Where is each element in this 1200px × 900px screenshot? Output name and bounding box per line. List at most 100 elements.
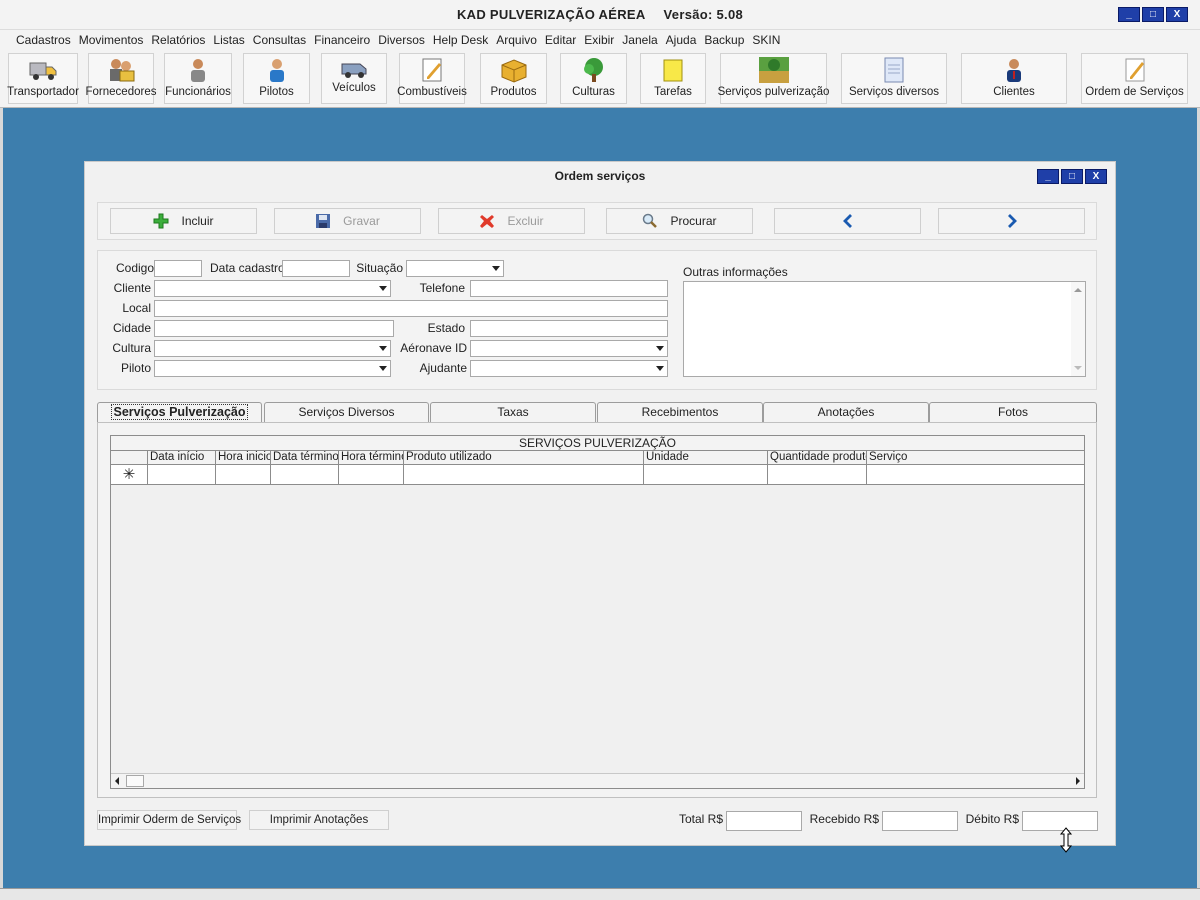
app-minimize-button[interactable]: _ bbox=[1118, 7, 1140, 22]
grid-cell[interactable] bbox=[643, 465, 767, 484]
outras-informacoes-textarea[interactable] bbox=[683, 281, 1086, 377]
toolbar-ordem-servicos-button[interactable]: Ordem de Serviços bbox=[1081, 53, 1188, 104]
scroll-left-icon[interactable] bbox=[115, 777, 119, 785]
tab-servicos-diversos[interactable]: Serviços Diversos bbox=[264, 402, 429, 422]
cidade-field[interactable] bbox=[154, 320, 394, 337]
menu-help-desk[interactable]: Help Desk bbox=[429, 33, 492, 47]
telefone-field[interactable] bbox=[470, 280, 668, 297]
situacao-select[interactable] bbox=[406, 260, 504, 277]
grid-horizontal-scrollbar[interactable] bbox=[111, 773, 1084, 788]
grid-cell[interactable] bbox=[338, 465, 403, 484]
column-header[interactable]: Hora término bbox=[338, 451, 403, 464]
imprimir-anotacoes-button[interactable]: Imprimir Anotações bbox=[249, 810, 389, 830]
column-header[interactable]: Hora inicio bbox=[215, 451, 270, 464]
column-header[interactable]: Unidade bbox=[643, 451, 767, 464]
order-maximize-button[interactable]: □ bbox=[1061, 169, 1083, 184]
suppliers-icon bbox=[106, 56, 136, 84]
tab-recebimentos[interactable]: Recebimentos bbox=[597, 402, 763, 422]
menu-editar[interactable]: Editar bbox=[541, 33, 580, 47]
order-window-title: Ordem serviços bbox=[554, 169, 646, 183]
ajudante-select[interactable] bbox=[470, 360, 668, 377]
action-bar: Incluir Gravar Excluir Procurar bbox=[97, 202, 1097, 240]
menu-diversos[interactable]: Diversos bbox=[374, 33, 429, 47]
mdi-frame-left bbox=[0, 108, 3, 888]
app-close-button[interactable]: X bbox=[1166, 7, 1188, 22]
grid-cell[interactable] bbox=[270, 465, 338, 484]
tab-anotacoes[interactable]: Anotações bbox=[763, 402, 929, 422]
order-close-button[interactable]: X bbox=[1085, 169, 1107, 184]
toolbar-veiculos-button[interactable]: Veículos bbox=[321, 53, 387, 104]
toolbar-funcionarios-button[interactable]: Funcionários bbox=[164, 53, 232, 104]
cultura-select[interactable] bbox=[154, 340, 391, 357]
servicos-grid[interactable]: SERVIÇOS PULVERIZAÇÃO Data início Hora i… bbox=[110, 435, 1085, 789]
toolbar-tarefas-button[interactable]: Tarefas bbox=[640, 53, 706, 104]
total-field[interactable] bbox=[726, 811, 802, 831]
order-minimize-button[interactable]: _ bbox=[1037, 169, 1059, 184]
toolbar-produtos-button[interactable]: Produtos bbox=[480, 53, 547, 104]
cliente-select[interactable] bbox=[154, 280, 391, 297]
column-header[interactable]: Serviço bbox=[866, 451, 1084, 464]
menu-consultas[interactable]: Consultas bbox=[249, 33, 310, 47]
aeronave-select[interactable] bbox=[470, 340, 668, 357]
estado-field[interactable] bbox=[470, 320, 668, 337]
field-icon bbox=[758, 56, 789, 84]
imprimir-ordem-button[interactable]: Imprimir Oderm de Serviços bbox=[97, 810, 241, 830]
column-header[interactable]: Quantidade produto bbox=[767, 451, 866, 464]
menu-movimentos[interactable]: Movimentos bbox=[75, 33, 148, 47]
incluir-button[interactable]: Incluir bbox=[110, 208, 257, 234]
toolbar-pilotos-button[interactable]: Pilotos bbox=[243, 53, 310, 104]
menu-arquivo[interactable]: Arquivo bbox=[492, 33, 541, 47]
menu-relatorios[interactable]: Relatórios bbox=[147, 33, 209, 47]
grid-cell[interactable] bbox=[403, 465, 643, 484]
local-field[interactable] bbox=[154, 300, 668, 317]
previous-record-button[interactable] bbox=[774, 208, 921, 234]
piloto-select[interactable] bbox=[154, 360, 391, 377]
toolbar-fornecedores-button[interactable]: Fornecedores bbox=[86, 53, 156, 104]
scroll-down-icon[interactable] bbox=[1074, 366, 1082, 370]
scroll-right-icon[interactable] bbox=[1076, 777, 1080, 785]
column-header[interactable]: Data término bbox=[270, 451, 338, 464]
column-header[interactable]: Data início bbox=[147, 451, 215, 464]
grid-cell[interactable] bbox=[215, 465, 270, 484]
menu-skin[interactable]: SKIN bbox=[748, 33, 784, 47]
order-form: Codigo Data cadastro Situação Cliente Te… bbox=[97, 250, 1097, 390]
data-cadastro-field[interactable] bbox=[282, 260, 350, 277]
procurar-button[interactable]: Procurar bbox=[606, 208, 753, 234]
scroll-up-icon[interactable] bbox=[1074, 288, 1082, 292]
menu-financeiro[interactable]: Financeiro bbox=[310, 33, 374, 47]
estado-label: Estado bbox=[427, 321, 465, 335]
toolbar-servicos-diversos-button[interactable]: Serviços diversos bbox=[841, 53, 947, 104]
menu-ajuda[interactable]: Ajuda bbox=[662, 33, 701, 47]
menu-backup[interactable]: Backup bbox=[700, 33, 748, 47]
tab-taxas[interactable]: Taxas bbox=[430, 402, 596, 422]
toolbar-transportador-button[interactable]: Transportador bbox=[7, 53, 79, 104]
toolbar-combustiveis-button[interactable]: Combustíveis bbox=[397, 53, 467, 104]
menu-janela[interactable]: Janela bbox=[618, 33, 661, 47]
gravar-button[interactable]: Gravar bbox=[274, 208, 421, 234]
chevron-down-icon bbox=[375, 361, 390, 376]
piloto-label: Piloto bbox=[120, 361, 151, 375]
tab-fotos[interactable]: Fotos bbox=[929, 402, 1097, 422]
column-header[interactable]: Produto utilizado bbox=[403, 451, 643, 464]
app-maximize-button[interactable]: □ bbox=[1142, 7, 1164, 22]
menu-cadastros[interactable]: Cadastros bbox=[12, 33, 75, 47]
chevron-down-icon bbox=[375, 281, 390, 296]
scroll-thumb[interactable] bbox=[126, 775, 144, 787]
toolbar-clientes-button[interactable]: Clientes bbox=[961, 53, 1067, 104]
order-window-controls: _ □ X bbox=[1037, 169, 1107, 184]
menu-exibir[interactable]: Exibir bbox=[580, 33, 618, 47]
table-row[interactable]: ✳ bbox=[111, 465, 1084, 485]
next-record-button[interactable] bbox=[938, 208, 1085, 234]
tab-servicos-pulverizacao[interactable]: Serviços Pulverização bbox=[97, 402, 262, 422]
recebido-field[interactable] bbox=[882, 811, 958, 831]
toolbar-servicos-pulverizacao-button[interactable]: Serviços pulverização bbox=[718, 53, 829, 104]
maximize-icon: □ bbox=[1149, 9, 1157, 20]
grid-cell[interactable] bbox=[866, 465, 1084, 484]
excluir-button[interactable]: Excluir bbox=[438, 208, 585, 234]
menu-listas[interactable]: Listas bbox=[209, 33, 248, 47]
codigo-field[interactable] bbox=[154, 260, 202, 277]
grid-cell[interactable] bbox=[767, 465, 866, 484]
memo-scrollbar[interactable] bbox=[1071, 282, 1085, 376]
grid-cell[interactable] bbox=[147, 465, 215, 484]
toolbar-culturas-button[interactable]: Culturas bbox=[560, 53, 627, 104]
